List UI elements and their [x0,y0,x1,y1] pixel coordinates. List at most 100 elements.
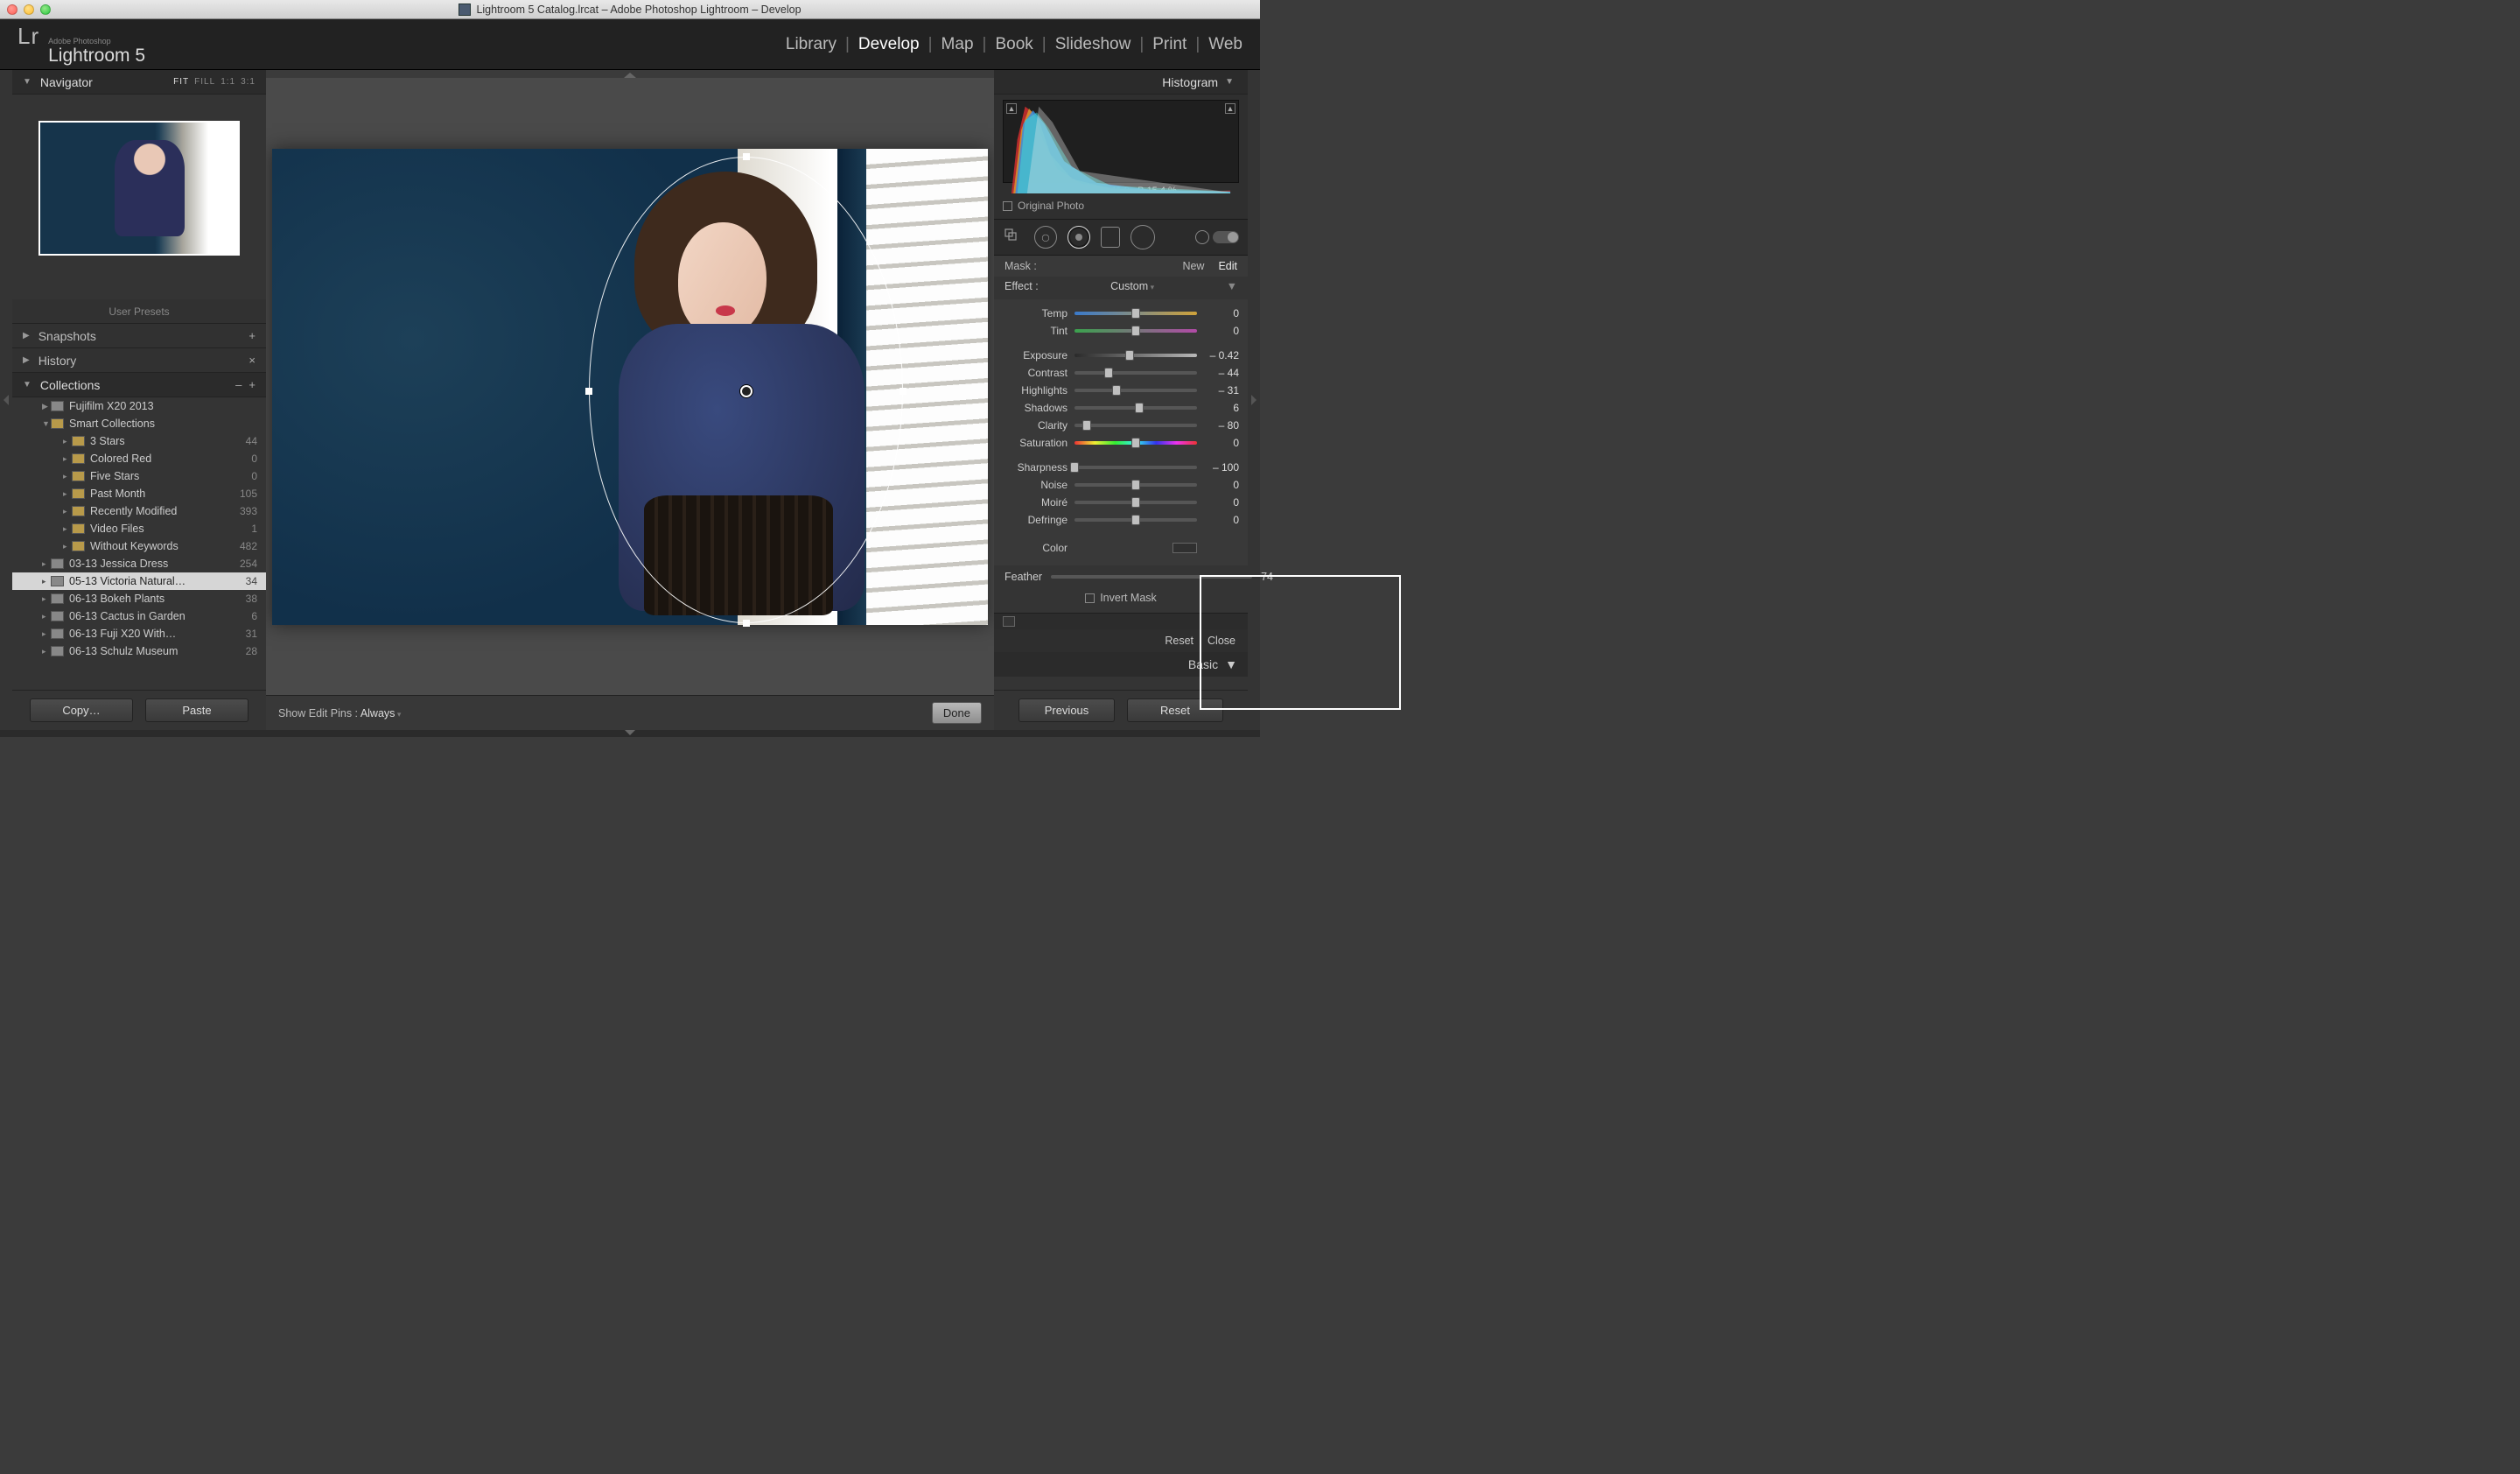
copy-button[interactable]: Copy… [30,698,133,722]
highlights-slider[interactable]: Highlights– 31 [1003,382,1239,399]
navigator-zoom-picker[interactable]: FIT FILL 1:1 3:1 [173,77,256,87]
smart-collection-icon [72,506,85,516]
mask-handle-right[interactable] [900,388,906,395]
app-window: Lightroom 5 Catalog.lrcat – Adobe Photos… [0,0,1260,737]
titlebar: Lightroom 5 Catalog.lrcat – Adobe Photos… [0,0,1260,19]
checkbox-icon [1003,201,1012,211]
histogram-display[interactable]: ▲ ▲ [1003,100,1239,183]
collection-icon [51,611,64,621]
collection-item[interactable]: ▸3 Stars44 [12,432,266,450]
paste-button[interactable]: Paste [145,698,248,722]
module-slideshow[interactable]: Slideshow [1055,35,1131,54]
collection-item[interactable]: ▸Five Stars0 [12,467,266,485]
snapshots-header[interactable]: ▶Snapshots + [12,324,266,348]
smart-collection-icon [72,541,85,551]
graduated-filter-tool[interactable] [1101,227,1120,248]
feather-slider[interactable]: Feather 74 [994,565,1248,588]
radial-filter-tool[interactable] [1130,225,1155,249]
collection-item[interactable]: ▸Video Files1 [12,520,266,537]
histogram-panel: ▲ ▲ R 10.3 G 11.9 B 15.4 % [994,95,1248,219]
clarity-slider[interactable]: Clarity– 80 [1003,417,1239,434]
top-filmstrip-toggle[interactable] [266,70,994,78]
spot-removal-tool[interactable]: ◯ [1034,226,1057,249]
saturation-slider[interactable]: Saturation0 [1003,434,1239,452]
redeye-tool[interactable] [1068,226,1090,249]
done-button[interactable]: Done [932,702,982,724]
mask-edit[interactable]: Edit [1218,260,1237,272]
history-header[interactable]: ▶History × [12,348,266,373]
mask-bar: Mask : New Edit [994,256,1248,277]
collection-item[interactable]: ▸06-13 Bokeh Plants38 [12,590,266,607]
tool-switch[interactable] [1213,231,1239,243]
show-edit-pins[interactable]: Show Edit Pins : Always [278,707,401,719]
smart-collection-icon [72,436,85,446]
app-icon [458,4,471,16]
window-title: Lightroom 5 Catalog.lrcat – Adobe Photos… [0,4,1260,16]
shadows-slider[interactable]: Shadows6 [1003,399,1239,417]
module-book[interactable]: Book [995,35,1032,54]
mask-handle-left[interactable] [585,388,592,395]
add-snapshot-icon[interactable]: + [248,329,256,342]
noise-slider[interactable]: Noise0 [1003,476,1239,494]
mask-handle-top[interactable] [743,153,750,160]
mask-new[interactable]: New [1182,260,1204,272]
histogram-header[interactable]: Histogram▼ [994,70,1248,95]
exposure-slider[interactable]: Exposure– 0.42 [1003,347,1239,364]
remove-collection-icon[interactable]: – [235,378,242,391]
mask-handle-bottom[interactable] [743,620,750,627]
zoom-fill[interactable]: FILL [194,77,215,87]
image-canvas[interactable] [266,78,994,695]
user-presets-row[interactable]: User Presets [12,299,266,324]
soft-proof-icon[interactable] [1003,616,1015,627]
module-print[interactable]: Print [1152,35,1186,54]
contrast-slider[interactable]: Contrast– 44 [1003,364,1239,382]
sharpness-slider[interactable]: Sharpness– 100 [1003,459,1239,476]
moire-slider[interactable]: Moiré0 [1003,494,1239,511]
product-line: Adobe Photoshop [48,38,145,46]
effect-picker[interactable]: Effect : Custom ▼ [994,277,1248,299]
collection-icon [51,593,64,604]
clear-history-icon[interactable]: × [248,354,256,367]
color-swatch[interactable] [1172,543,1197,553]
tool-reset[interactable]: Reset [1165,635,1194,647]
navigator-header[interactable]: ▼Navigator FITFILL1:13:1 [12,70,266,95]
navigator-thumbnail [38,121,240,256]
collection-item[interactable]: ▸06-13 Fuji X20 With…31 [12,625,266,642]
header-bar: Lr Adobe Photoshop Lightroom 5 Library|D… [0,19,1260,70]
module-picker: Library|Develop|Map|Book|Slideshow|Print… [786,35,1242,54]
collection-item[interactable]: ▸03-13 Jessica Dress254 [12,555,266,572]
temp-slider[interactable]: Temp0 [1003,305,1239,322]
tint-slider[interactable]: Tint0 [1003,322,1239,340]
previous-button[interactable]: Previous [1018,698,1115,722]
smart-collection-icon [51,418,64,429]
smart-collection-icon [72,488,85,499]
bottom-filmstrip-toggle[interactable] [0,730,1260,737]
collections-header[interactable]: ▼Collections –+ [12,373,266,397]
left-panel-toggle[interactable] [0,70,12,730]
module-develop[interactable]: Develop [858,35,920,54]
collection-item[interactable]: ▸06-13 Cactus in Garden6 [12,607,266,625]
collection-item[interactable]: ▶Fujifilm X20 2013 [12,397,266,415]
collection-item[interactable]: ▸Recently Modified393 [12,502,266,520]
navigator-preview[interactable] [12,95,266,299]
collection-item[interactable]: ▼Smart Collections [12,415,266,432]
original-photo-checkbox[interactable]: Original Photo [1003,198,1239,215]
module-web[interactable]: Web [1208,35,1242,54]
collection-item[interactable]: ▸Colored Red0 [12,450,266,467]
module-map[interactable]: Map [942,35,974,54]
defringe-slider[interactable]: Defringe0 [1003,511,1239,529]
zoom-fit[interactable]: FIT [173,77,189,87]
collection-item[interactable]: ▸Past Month105 [12,485,266,502]
zoom-1:1[interactable]: 1:1 [220,77,235,87]
smart-collection-icon [72,471,85,481]
add-collection-icon[interactable]: + [248,378,256,391]
module-library[interactable]: Library [786,35,836,54]
brush-tool[interactable] [1195,230,1239,244]
zoom-3:1[interactable]: 3:1 [241,77,256,87]
crop-tool[interactable] [1003,226,1024,249]
mask-pin[interactable] [740,385,752,397]
collection-item[interactable]: ▸06-13 Schulz Museum28 [12,642,266,660]
color-row: Color [994,537,1248,565]
collection-item[interactable]: ▸Without Keywords482 [12,537,266,555]
collection-item[interactable]: ▸05-13 Victoria Natural…34 [12,572,266,590]
